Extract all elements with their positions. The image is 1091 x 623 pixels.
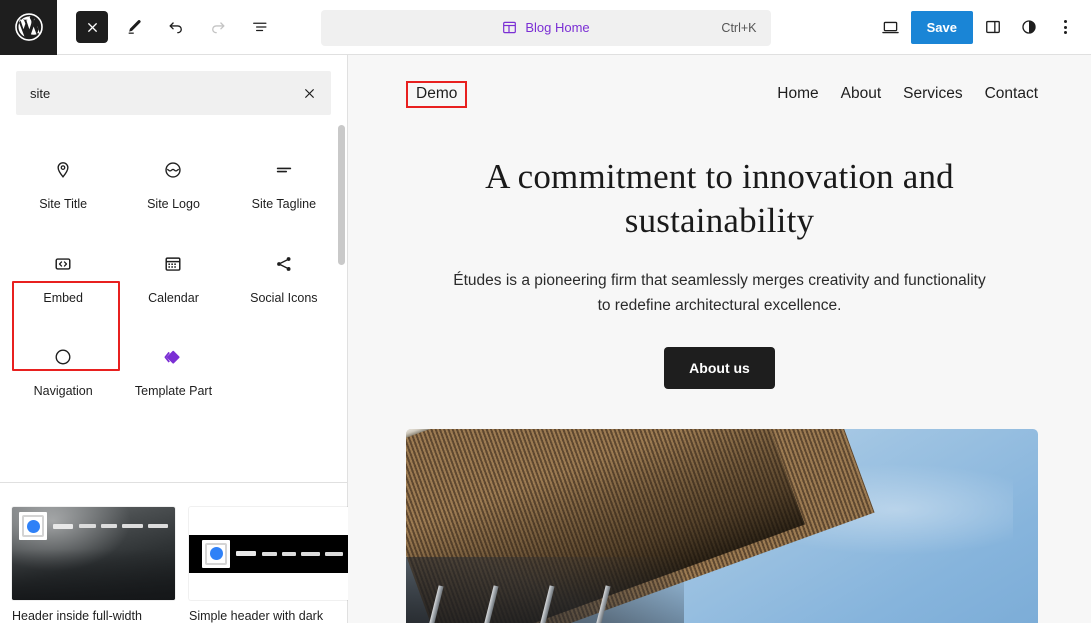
close-editor-button[interactable] (76, 11, 108, 43)
desktop-preview-icon (882, 21, 899, 33)
redo-button[interactable] (202, 11, 234, 43)
compass-icon (52, 342, 74, 372)
site-title-block[interactable]: Demo (406, 81, 468, 108)
pattern-results: Header inside full-width Simple header w… (0, 483, 356, 623)
pattern-nav-placeholder (262, 551, 343, 556)
pattern-label: Simple header with dark (189, 609, 324, 623)
block-item-social-icons[interactable]: Social Icons (229, 227, 339, 321)
hero-image[interactable] (406, 428, 1038, 623)
edit-mode-button[interactable] (118, 11, 150, 43)
close-icon (304, 88, 314, 98)
strut (422, 585, 444, 623)
pattern-label: Header inside full-width (12, 609, 142, 623)
site-header: Demo Home About Services Contact (348, 55, 1091, 108)
about-us-button[interactable]: About us (664, 346, 775, 389)
more-options-button[interactable] (1049, 11, 1081, 43)
nav-link-home[interactable]: Home (777, 85, 818, 103)
save-button[interactable]: Save (910, 10, 973, 44)
block-results-grid: Site Title Site Logo Site Tagline Embed … (0, 115, 347, 414)
hero-paragraph[interactable]: Études is a pioneering firm that seamles… (450, 269, 990, 319)
block-item-calendar[interactable]: Calendar (118, 227, 228, 321)
block-label: Template Part (134, 384, 213, 399)
block-inserter-panel: Site Title Site Logo (0, 55, 356, 623)
pattern-dark-band (189, 534, 356, 573)
pattern-preview[interactable] (12, 507, 175, 600)
nav-link-services[interactable]: Services (903, 85, 962, 103)
search-field[interactable] (16, 71, 331, 115)
close-icon (87, 22, 97, 32)
undo-arrow-icon (169, 22, 182, 34)
pattern-preview[interactable] (189, 507, 356, 600)
tagline-lines-icon (273, 155, 295, 185)
toolbar-left-group (57, 11, 276, 43)
device-preview-button[interactable] (875, 11, 907, 43)
share-icon (273, 249, 295, 279)
nav-link-about[interactable]: About (841, 85, 882, 103)
settings-sidebar-icon (986, 20, 1000, 34)
template-layout-icon (503, 21, 517, 34)
list-view-icon (253, 22, 267, 32)
inserter-scrollbar[interactable] (338, 125, 345, 455)
undo-button[interactable] (160, 11, 192, 43)
block-item-navigation[interactable]: Navigation (8, 320, 118, 414)
block-label: Social Icons (250, 290, 318, 305)
block-results-scroll-area: Site Title Site Logo Site Tagline Embed … (0, 115, 347, 482)
pattern-header-row (12, 507, 175, 545)
map-pin-icon (52, 155, 74, 185)
broken-image-icon (19, 512, 47, 540)
block-label: Site Title (39, 197, 88, 211)
settings-sidebar-button[interactable] (977, 11, 1009, 43)
pattern-title-placeholder (53, 523, 73, 529)
search-container (0, 55, 347, 115)
scrollbar-thumb[interactable] (338, 125, 345, 265)
hero-heading[interactable]: A commitment to innovation and sustainab… (438, 155, 1001, 244)
block-label: Site Logo (147, 197, 200, 211)
block-item-site-logo[interactable]: Site Logo (118, 133, 228, 227)
nav-link-contact[interactable]: Contact (985, 85, 1038, 103)
embed-code-icon (52, 249, 74, 279)
pattern-title-placeholder (236, 551, 256, 556)
site-logo-icon (162, 155, 184, 185)
block-label: Navigation (33, 384, 93, 399)
block-item-embed[interactable]: Embed (8, 227, 118, 321)
list-view-button[interactable] (244, 11, 276, 43)
clear-search-button[interactable] (295, 79, 323, 107)
command-bar-center: Blog Home (321, 19, 771, 36)
command-bar-label: Blog Home (525, 20, 590, 35)
pattern-header-row (195, 535, 350, 573)
pencil-edit-icon (128, 20, 141, 34)
block-item-template-part[interactable]: Template Part (118, 320, 228, 414)
more-options-icon (1063, 20, 1067, 34)
strut (533, 585, 555, 623)
pattern-card[interactable]: Simple header with dark (189, 507, 356, 623)
support-structure (406, 556, 685, 623)
pattern-grid: Header inside full-width Simple header w… (12, 507, 356, 623)
redo-arrow-icon (212, 22, 225, 34)
editor-body: Site Title Site Logo (0, 55, 1091, 623)
pattern-card[interactable]: Header inside full-width (12, 507, 175, 623)
block-label: Site Tagline (251, 197, 317, 211)
command-bar[interactable]: Blog Home Ctrl+K (320, 9, 771, 46)
block-label: Calendar (148, 290, 199, 305)
broken-image-icon (202, 539, 230, 568)
hero-section: A commitment to innovation and sustainab… (348, 108, 1091, 389)
editor-canvas[interactable]: Demo Home About Services Contact A commi… (348, 55, 1091, 623)
block-label: Embed (43, 290, 83, 305)
template-part-icon (161, 342, 185, 372)
block-item-site-tagline[interactable]: Site Tagline (229, 133, 339, 227)
calendar-icon (162, 249, 184, 279)
site-editor-app: Blog Home Ctrl+K Save site Site Title Si… (0, 0, 1091, 623)
search-input[interactable] (16, 71, 331, 115)
strut (478, 585, 499, 623)
pattern-nav-placeholder (79, 524, 168, 528)
command-bar-shortcut: Ctrl+K (721, 20, 757, 35)
styles-contrast-icon (1022, 20, 1036, 34)
wordpress-logo-icon[interactable] (0, 0, 57, 55)
toolbar-right-group: Save (875, 10, 1091, 44)
site-navigation: Home About Services Contact (777, 85, 1038, 103)
block-item-site-title[interactable]: Site Title (8, 133, 118, 227)
styles-button[interactable] (1013, 11, 1045, 43)
strut (589, 585, 611, 623)
editor-toolbar: Blog Home Ctrl+K Save (0, 0, 1091, 55)
